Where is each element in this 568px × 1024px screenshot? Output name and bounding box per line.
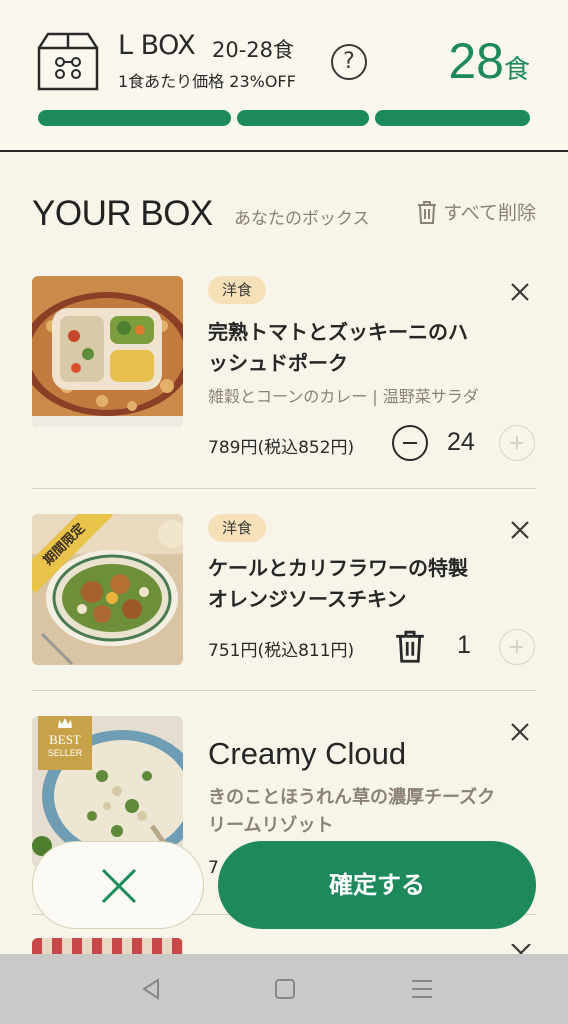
meal-name-line: ッシュドポーク <box>208 351 348 375</box>
help-icon[interactable]: ? <box>331 44 367 80</box>
meal-name: ケールとカリフラワーの特製 オレンジソースチキン <box>208 553 528 615</box>
delete-all-label: すべて削除 <box>443 202 536 224</box>
close-icon[interactable] <box>508 518 532 542</box>
category-tag: 洋食 <box>208 276 267 304</box>
quantity-value: 24 <box>447 428 475 456</box>
meal-image[interactable] <box>32 938 183 954</box>
section-title: YOUR BOX <box>32 194 213 233</box>
close-icon[interactable] <box>508 720 532 744</box>
delete-all-button[interactable]: すべて削除 <box>415 198 536 225</box>
trash-icon <box>418 200 437 224</box>
back-icon[interactable] <box>120 954 180 1024</box>
meal-description-line: きのことほうれん草の濃厚チーズク <box>208 787 496 808</box>
badge-line: SELLER <box>47 748 83 758</box>
plan-discount: 1食あたり価格 23%OFF <box>118 72 296 91</box>
increase-quantity-button[interactable] <box>499 629 535 665</box>
close-icon[interactable] <box>508 280 532 304</box>
section-subtitle: あなたのボックス <box>234 209 370 229</box>
close-icon <box>101 868 137 904</box>
box-progress-bar <box>38 110 530 126</box>
meal-price: 751円(税込811円) <box>208 641 355 661</box>
cart-item: 期間限定 洋食 ケールとカリフラワーの特製 オレンジソースチキン 751円(税込… <box>32 514 536 674</box>
meal-name-line: オレンジソースチキン <box>208 587 407 611</box>
progress-segment <box>236 110 370 126</box>
meal-count: 28食 <box>448 32 530 90</box>
meal-count-unit: 食 <box>503 55 530 85</box>
increase-quantity-button[interactable] <box>499 425 535 461</box>
meal-price: 789円(税込852円) <box>208 438 355 458</box>
meal-count-number: 28 <box>448 33 504 89</box>
quantity-value: 1 <box>457 631 471 659</box>
meal-price: 7 <box>208 858 219 878</box>
badge-line: BEST <box>49 732 81 747</box>
crown-icon <box>58 718 72 728</box>
box-summary-header: L BOX 20-28食 1食あたり価格 23%OFF ? 28食 <box>0 0 568 152</box>
progress-segment <box>38 110 231 126</box>
confirm-button[interactable]: 確定する <box>218 841 536 929</box>
category-tag: 洋食 <box>208 514 267 542</box>
meal-name: Creamy Cloud <box>208 736 407 771</box>
plan-range: 20-28食 <box>212 38 295 62</box>
menu-icon[interactable] <box>392 954 452 1024</box>
your-box-heading: YOUR BOX あなたのボックス すべて削除 <box>32 192 536 236</box>
box-icon <box>37 32 99 91</box>
meal-description: きのことほうれん草の濃厚チーズク リームリゾット <box>208 784 495 840</box>
cancel-button[interactable] <box>32 841 204 929</box>
meal-image[interactable]: 期間限定 <box>32 514 183 665</box>
divider <box>32 690 536 691</box>
divider <box>32 488 536 489</box>
meal-description-line: リームリゾット <box>208 815 334 836</box>
plan-name: L BOX <box>118 30 196 61</box>
close-icon[interactable] <box>510 944 532 954</box>
meal-name: 完熟トマトとズッキーニのハ ッシュドポーク <box>208 317 528 379</box>
side-dishes: 雑穀とコーンのカレー | 温野菜サラダ <box>208 387 479 406</box>
system-navigation-bar <box>0 954 568 1024</box>
meal-name-line: 完熟トマトとズッキーニのハ <box>208 320 468 344</box>
meal-image[interactable] <box>32 276 183 427</box>
home-icon[interactable] <box>255 954 315 1024</box>
cart-item: 洋食 完熟トマトとズッキーニのハ ッシュドポーク 雑穀とコーンのカレー | 温野… <box>32 276 536 476</box>
bestseller-badge: BEST SELLER <box>38 716 92 770</box>
decrease-quantity-button[interactable] <box>392 425 428 461</box>
progress-segment <box>375 110 530 126</box>
meal-name-line: ケールとカリフラワーの特製 <box>208 556 468 580</box>
trash-icon[interactable] <box>393 628 427 664</box>
